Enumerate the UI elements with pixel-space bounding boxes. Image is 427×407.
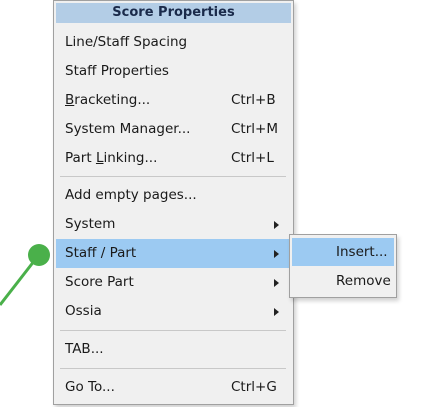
- menu-item-label: Line/Staff Spacing: [65, 34, 188, 50]
- context-menu: Score Properties Line/Staff Spacing Staf…: [53, 0, 294, 405]
- menu-item-label: Ossia: [65, 303, 102, 319]
- menu-separator: [60, 176, 286, 177]
- menu-item-label: Staff / Part: [65, 245, 137, 261]
- menu-item-part-linking[interactable]: Part Linking... Ctrl+L: [56, 144, 291, 173]
- menu-item-label: Staff Properties: [65, 63, 169, 79]
- menu-item-ossia[interactable]: Ossia: [56, 297, 291, 326]
- shortcut-label: Ctrl+L: [231, 150, 274, 166]
- menu-item-label: Part Linking...: [65, 150, 158, 166]
- menu-item-line-staff-spacing[interactable]: Line/Staff Spacing: [56, 28, 291, 57]
- mnemonic: B: [65, 92, 75, 108]
- menu-item-label: Bracketing...: [65, 92, 151, 108]
- menu-item-bracketing[interactable]: Bracketing... Ctrl+B: [56, 86, 291, 115]
- staff-part-submenu: Insert... Remove: [289, 234, 397, 298]
- shortcut-label: Ctrl+G: [231, 379, 277, 395]
- menu-header: Score Properties: [56, 3, 291, 23]
- menu-item-label: System Manager...: [65, 121, 191, 137]
- menu-item-system[interactable]: System: [56, 210, 291, 239]
- shortcut-label: Ctrl+M: [231, 121, 278, 137]
- submenu-arrow-icon: [274, 250, 279, 258]
- menu-separator: [60, 330, 286, 331]
- pointer-dot: [28, 244, 50, 266]
- menu-separator: [60, 368, 286, 369]
- menu-item-label: System: [65, 216, 116, 232]
- submenu-item-insert[interactable]: Insert...: [292, 238, 394, 266]
- menu-item-label: Add empty pages...: [65, 187, 197, 203]
- shortcut-label: Ctrl+B: [231, 92, 276, 108]
- menu-item-system-manager[interactable]: System Manager... Ctrl+M: [56, 115, 291, 144]
- menu-item-label: TAB...: [65, 341, 104, 357]
- menu-item-score-part[interactable]: Score Part: [56, 268, 291, 297]
- menu-item-staff-properties[interactable]: Staff Properties: [56, 57, 291, 86]
- submenu-item-remove[interactable]: Remove: [292, 267, 394, 295]
- submenu-item-label: Remove: [336, 273, 391, 289]
- menu-item-staff-part[interactable]: Staff / Part: [56, 239, 291, 268]
- submenu-arrow-icon: [274, 308, 279, 316]
- menu-item-add-empty-pages[interactable]: Add empty pages...: [56, 181, 291, 210]
- menu-item-go-to[interactable]: Go To... Ctrl+G: [56, 373, 291, 402]
- menu-item-label: Score Part: [65, 274, 134, 290]
- submenu-item-label: Insert...: [336, 244, 388, 260]
- menu-item-label: Go To...: [65, 379, 115, 395]
- submenu-arrow-icon: [274, 279, 279, 287]
- menu-item-tab[interactable]: TAB...: [56, 335, 291, 364]
- submenu-arrow-icon: [274, 221, 279, 229]
